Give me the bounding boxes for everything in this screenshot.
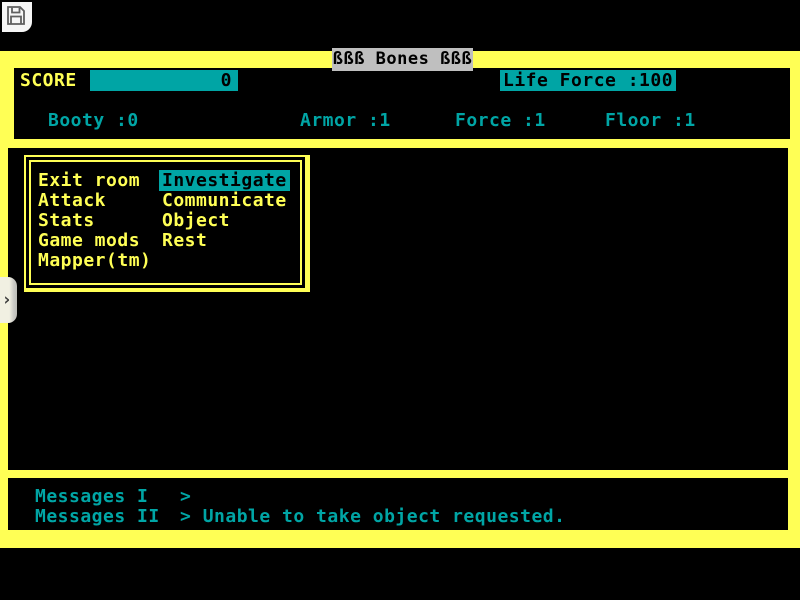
game-screen: { "app": { "title": "ßßß Bones ßßß" }, "…: [0, 0, 800, 600]
chevron-right-icon: ›: [2, 292, 13, 309]
action-menu: Exit room Attack Stats Game mods Mapper(…: [24, 155, 310, 292]
menu-item-stats[interactable]: Stats: [38, 211, 162, 231]
stat-booty: Booty :0: [48, 110, 139, 131]
save-button[interactable]: [2, 2, 32, 32]
messages-2-label: Messages II: [35, 507, 160, 527]
drawer-toggle-tab[interactable]: ›: [0, 277, 17, 323]
menu-item-exit-room[interactable]: Exit room: [38, 171, 162, 191]
action-menu-inner: Exit room Attack Stats Game mods Mapper(…: [29, 160, 302, 285]
floppy-disk-icon: [5, 5, 27, 27]
menu-column-left: Exit room Attack Stats Game mods Mapper(…: [38, 171, 162, 271]
menu-item-object[interactable]: Object: [162, 211, 290, 231]
stat-armor: Armor :1: [300, 110, 391, 131]
messages-2-content: Unable to take object requested.: [203, 506, 566, 527]
menu-column-right: Investigate Communicate Object Rest: [162, 171, 290, 271]
main-panel: Exit room Attack Stats Game mods Mapper(…: [8, 148, 788, 470]
menu-item-mapper[interactable]: Mapper(tm): [38, 251, 162, 271]
page-title: ßßß Bones ßßß: [332, 48, 473, 71]
messages-1-prompt: >: [180, 486, 191, 507]
status-panel: SCORE : 0 Life Force :100 Booty :0 Armor…: [14, 68, 790, 139]
score-bar: 0: [90, 70, 238, 91]
score-label: SCORE :: [20, 70, 99, 91]
messages-2-text: > Unable to take object requested.: [180, 507, 565, 527]
messages-2-prompt: >: [180, 506, 191, 527]
menu-item-attack[interactable]: Attack: [38, 191, 162, 211]
life-force-badge: Life Force :100: [500, 70, 676, 91]
messages-panel: Messages I > Messages II > Unable to tak…: [8, 478, 788, 530]
menu-item-investigate[interactable]: Investigate: [162, 171, 290, 191]
menu-item-rest[interactable]: Rest: [162, 231, 290, 251]
stat-floor: Floor :1: [605, 110, 696, 131]
stat-force: Force :1: [455, 110, 546, 131]
menu-item-game-mods[interactable]: Game mods: [38, 231, 162, 251]
selected-menu-item[interactable]: Investigate: [159, 170, 290, 191]
menu-item-communicate[interactable]: Communicate: [162, 191, 290, 211]
messages-1-text: >: [180, 487, 191, 507]
messages-1-label: Messages I: [35, 487, 148, 507]
